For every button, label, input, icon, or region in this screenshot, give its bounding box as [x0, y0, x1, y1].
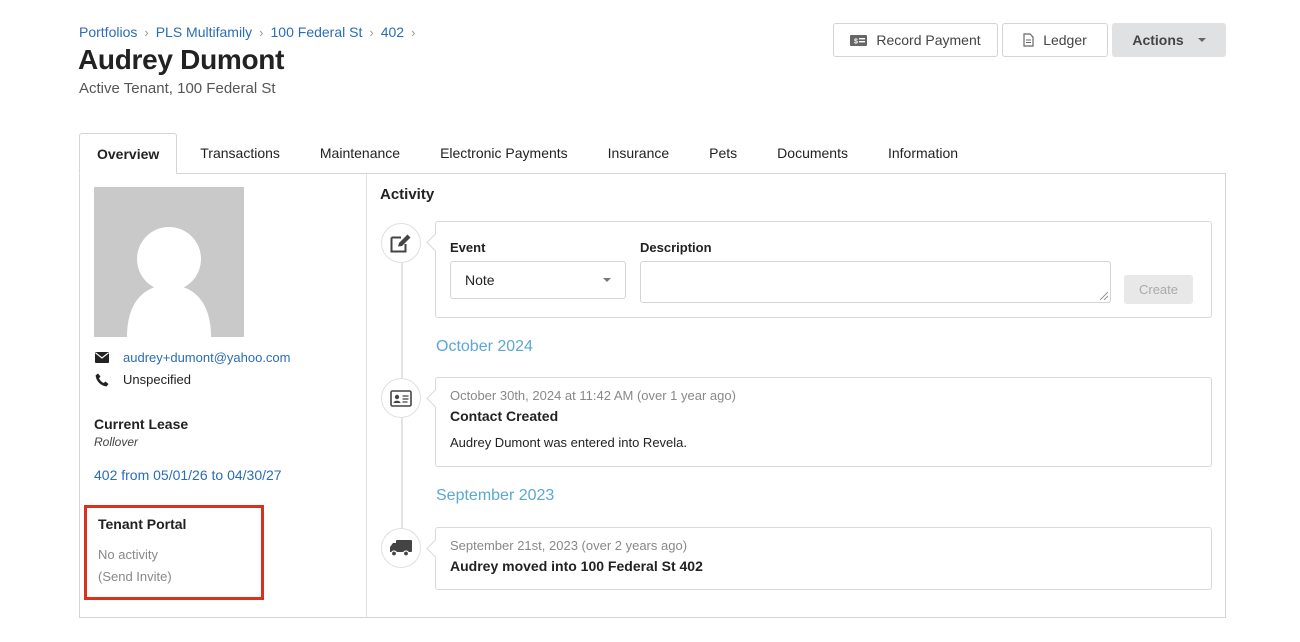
tab-electronic-payments[interactable]: Electronic Payments	[420, 133, 588, 173]
tab-pets[interactable]: Pets	[689, 133, 757, 173]
tab-bar: Overview Transactions Maintenance Electr…	[79, 133, 978, 174]
tab-overview[interactable]: Overview	[79, 133, 178, 174]
breadcrumb-portfolio[interactable]: PLS Multifamily	[156, 24, 252, 40]
chevron-right-icon: ›	[144, 24, 149, 40]
ledger-button[interactable]: Ledger	[1002, 23, 1108, 57]
current-lease-heading: Current Lease	[94, 416, 189, 432]
edit-note-icon	[381, 223, 421, 263]
actions-label: Actions	[1132, 32, 1184, 48]
record-payment-label: Record Payment	[876, 32, 981, 48]
chevron-right-icon: ›	[369, 24, 374, 40]
contact-email-row: audrey+dumont@yahoo.com	[95, 350, 291, 365]
avatar	[94, 187, 244, 337]
column-divider	[366, 174, 367, 617]
activity-title: Contact Created	[450, 408, 559, 424]
new-activity-form: Event Description Note Create	[435, 221, 1212, 318]
description-input[interactable]	[640, 261, 1111, 303]
resize-handle-icon[interactable]	[1100, 292, 1108, 300]
event-select[interactable]: Note	[450, 261, 626, 299]
tenant-portal-section: Tenant Portal No activity (Send Invite)	[84, 505, 264, 600]
lease-type: Rollover	[94, 435, 139, 449]
activity-timestamp: October 30th, 2024 at 11:42 AM (over 1 y…	[450, 388, 736, 403]
tab-transactions[interactable]: Transactions	[177, 133, 300, 173]
caret-down-icon	[1197, 38, 1206, 42]
tab-documents[interactable]: Documents	[757, 133, 868, 173]
event-label: Event	[450, 240, 486, 255]
activity-entry-contact-created: October 30th, 2024 at 11:42 AM (over 1 y…	[435, 377, 1212, 467]
activity-timestamp: September 21st, 2023 (over 2 years ago)	[450, 538, 688, 553]
money-icon: $	[850, 34, 868, 46]
breadcrumb-property[interactable]: 100 Federal St	[271, 24, 363, 40]
moving-truck-icon	[381, 528, 421, 568]
document-icon	[1023, 33, 1034, 47]
send-invite-link[interactable]: (Send Invite)	[98, 569, 172, 584]
description-label: Description	[640, 240, 712, 255]
phone-value: Unspecified	[123, 372, 191, 387]
chevron-right-icon: ›	[411, 24, 416, 40]
tab-insurance[interactable]: Insurance	[588, 133, 689, 173]
create-button[interactable]: Create	[1124, 275, 1193, 304]
activity-heading: Activity	[380, 186, 435, 203]
breadcrumb-portfolios[interactable]: Portfolios	[79, 24, 137, 40]
tenant-portal-status: No activity	[98, 547, 158, 562]
person-silhouette-icon	[127, 227, 211, 337]
activity-description: Audrey Dumont was entered into Revela.	[450, 435, 688, 450]
activity-entry-moved-in: September 21st, 2023 (over 2 years ago) …	[435, 527, 1212, 590]
phone-icon	[95, 373, 111, 387]
event-select-value: Note	[465, 272, 495, 288]
page-title: Audrey Dumont	[78, 44, 285, 75]
actions-dropdown[interactable]: Actions	[1112, 23, 1226, 57]
month-heading: September 2023	[436, 487, 555, 504]
breadcrumb: Portfolios › PLS Multifamily › 100 Feder…	[79, 24, 422, 40]
contact-card-icon	[381, 378, 421, 418]
caret-down-icon	[603, 278, 611, 282]
breadcrumb-unit[interactable]: 402	[381, 24, 404, 40]
record-payment-button[interactable]: $ Record Payment	[833, 23, 998, 57]
page-subtitle: Active Tenant, 100 Federal St	[79, 80, 276, 97]
overview-panel: audrey+dumont@yahoo.com Unspecified Curr…	[79, 173, 1226, 618]
activity-title: Audrey moved into 100 Federal St 402	[450, 558, 703, 574]
ledger-label: Ledger	[1043, 32, 1087, 48]
tenant-portal-heading: Tenant Portal	[98, 516, 187, 532]
email-link[interactable]: audrey+dumont@yahoo.com	[123, 350, 291, 365]
contact-phone-row: Unspecified	[95, 372, 191, 387]
lease-link[interactable]: 402 from 05/01/26 to 04/30/27	[94, 467, 282, 483]
chevron-right-icon: ›	[259, 24, 264, 40]
envelope-icon	[95, 352, 111, 363]
month-heading: October 2024	[436, 338, 533, 355]
svg-text:$: $	[854, 38, 858, 45]
tab-maintenance[interactable]: Maintenance	[300, 133, 420, 173]
tab-information[interactable]: Information	[868, 133, 978, 173]
